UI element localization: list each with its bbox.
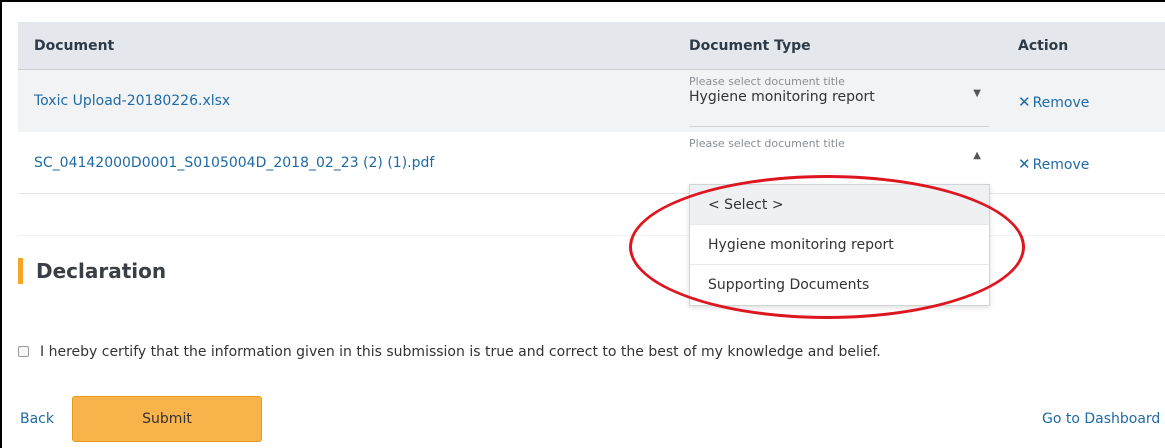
dropdown-option-supporting-docs[interactable]: Supporting Documents xyxy=(690,265,989,305)
chevron-up-icon: ▲ xyxy=(973,150,981,161)
remove-button[interactable]: ✕ Remove xyxy=(1018,93,1089,111)
divider xyxy=(18,235,1165,236)
remove-button[interactable]: ✕ Remove xyxy=(1018,155,1089,173)
documents-table: Document Document Type Action Toxic Uplo… xyxy=(18,22,1165,194)
certify-checkbox[interactable] xyxy=(18,346,29,357)
back-link[interactable]: Back xyxy=(20,411,54,427)
dropdown-option-hygiene-report[interactable]: Hygiene monitoring report xyxy=(690,225,989,265)
document-type-dropdown: < Select > Hygiene monitoring report Sup… xyxy=(689,184,990,306)
select-placeholder: Please select document title xyxy=(689,137,845,150)
document-link[interactable]: SC_04142000D0001_S0105004D_2018_02_23 (2… xyxy=(34,155,434,171)
header-action: Action xyxy=(1018,38,1069,54)
section-accent-bar xyxy=(18,258,23,284)
close-icon: ✕ xyxy=(1018,93,1031,111)
submit-button[interactable]: Submit xyxy=(72,396,262,442)
select-value: Hygiene monitoring report xyxy=(689,89,875,105)
page-frame: Document Document Type Action Toxic Uplo… xyxy=(0,0,1165,448)
remove-label: Remove xyxy=(1032,95,1090,111)
document-type-select[interactable]: Please select document title ▲ xyxy=(689,134,989,189)
declaration-title: Declaration xyxy=(36,259,167,283)
table-row: Toxic Upload-20180226.xlsx Please select… xyxy=(18,70,1165,132)
header-document-type: Document Type xyxy=(689,38,811,54)
go-to-dashboard-link[interactable]: Go to Dashboard xyxy=(1042,411,1160,427)
certify-text: I hereby certify that the information gi… xyxy=(40,344,881,360)
close-icon: ✕ xyxy=(1018,155,1031,173)
chevron-down-icon: ▼ xyxy=(973,88,981,99)
remove-label: Remove xyxy=(1032,157,1090,173)
dropdown-option-select[interactable]: < Select > xyxy=(690,185,989,225)
document-link[interactable]: Toxic Upload-20180226.xlsx xyxy=(34,93,230,109)
table-row: SC_04142000D0001_S0105004D_2018_02_23 (2… xyxy=(18,132,1165,194)
table-header: Document Document Type Action xyxy=(18,22,1165,70)
select-placeholder: Please select document title xyxy=(689,75,845,88)
header-document: Document xyxy=(34,38,115,54)
document-type-select[interactable]: Please select document title Hygiene mon… xyxy=(689,72,989,127)
